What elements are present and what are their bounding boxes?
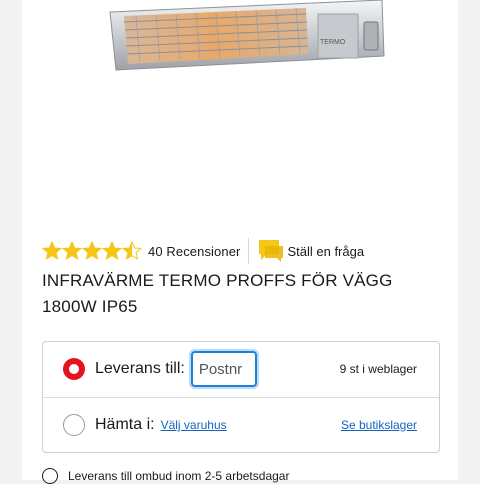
pickup-label: Hämta i: — [95, 416, 155, 433]
star-rating[interactable] — [42, 241, 142, 261]
rating-row: 40 Recensioner Ställ en fråga — [42, 236, 364, 266]
star-icon — [102, 241, 122, 261]
pickup-option-row[interactable]: Hämta i: Välj varuhus Se butikslager — [43, 397, 439, 452]
chat-bubble-icon — [259, 240, 284, 262]
ask-question-button[interactable]: Ställ en fråga — [255, 238, 364, 264]
delivery-radio[interactable] — [63, 358, 85, 380]
star-icon — [82, 241, 102, 261]
ask-question-label: Ställ en fråga — [287, 243, 365, 259]
star-icon — [62, 241, 82, 261]
delivery-option-row[interactable]: Leverans till: 9 st i weblager — [43, 342, 439, 396]
product-image: TERMO — [109, 0, 385, 71]
pickup-radio[interactable] — [63, 414, 85, 436]
product-title: INFRAVÄRME TERMO PROFFS FÖR VÄGG 1800W I… — [42, 271, 393, 316]
star-icon — [42, 241, 62, 261]
divider — [248, 238, 250, 264]
delivery-note-text: Leverans till ombud inom 2-5 arbetsdagar — [68, 469, 290, 483]
info-icon — [42, 468, 58, 484]
review-count-link[interactable]: 40 Recensioner — [148, 244, 240, 259]
web-stock-text: 9 st i weblager — [339, 362, 417, 376]
postnr-input[interactable] — [190, 351, 257, 387]
delivery-label: Leverans till: — [95, 360, 185, 377]
brand-logo-text: TERMO — [320, 39, 346, 46]
delivery-options: Leverans till: 9 st i weblager Hämta i: … — [42, 341, 440, 453]
delivery-note: Leverans till ombud inom 2-5 arbetsdagar — [42, 468, 289, 484]
select-store-link[interactable]: Välj varuhus — [161, 418, 227, 432]
store-stock-link[interactable]: Se butikslager — [341, 418, 417, 432]
star-icon — [122, 241, 142, 261]
product-card: TERMO 40 Recensioner Ställ en fråga INFR… — [22, 0, 458, 484]
